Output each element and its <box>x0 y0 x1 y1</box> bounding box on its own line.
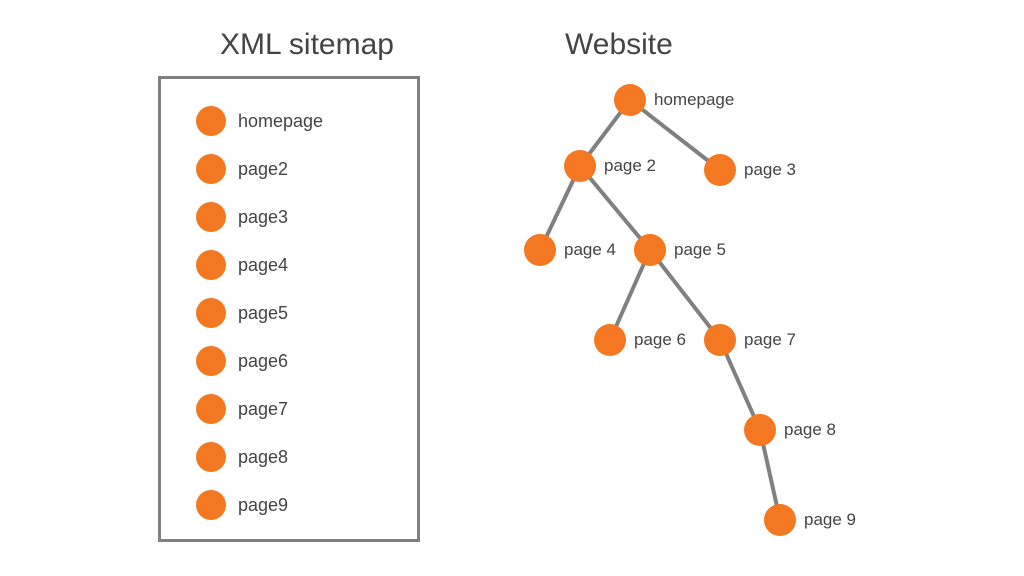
list-item: page6 <box>196 346 288 376</box>
tree-node-page7 <box>704 324 736 356</box>
tree-node-label: page 9 <box>804 510 856 530</box>
list-item: page5 <box>196 298 288 328</box>
website-title: Website <box>565 28 673 62</box>
tree-node-label: page 8 <box>784 420 836 440</box>
tree-node-page6 <box>594 324 626 356</box>
list-item: homepage <box>196 106 323 136</box>
list-item: page2 <box>196 154 288 184</box>
page-node-icon <box>196 298 226 328</box>
list-item-label: page3 <box>238 207 288 228</box>
list-item-label: page6 <box>238 351 288 372</box>
page-node-icon <box>196 346 226 376</box>
tree-edges <box>0 0 1024 576</box>
tree-node-label: page 2 <box>604 156 656 176</box>
list-item-label: page2 <box>238 159 288 180</box>
page-node-icon <box>196 106 226 136</box>
tree-node-page2 <box>564 150 596 182</box>
list-item-label: page7 <box>238 399 288 420</box>
tree-node-label: page 3 <box>744 160 796 180</box>
list-item: page8 <box>196 442 288 472</box>
list-item-label: page8 <box>238 447 288 468</box>
list-item: page4 <box>196 250 288 280</box>
tree-node-label: page 4 <box>564 240 616 260</box>
list-item-label: homepage <box>238 111 323 132</box>
list-item-label: page4 <box>238 255 288 276</box>
page-node-icon <box>196 442 226 472</box>
tree-node-homepage <box>614 84 646 116</box>
page-node-icon <box>196 490 226 520</box>
page-node-icon <box>196 154 226 184</box>
list-item: page7 <box>196 394 288 424</box>
sitemap-title: XML sitemap <box>220 28 394 62</box>
tree-node-page9 <box>764 504 796 536</box>
tree-node-page8 <box>744 414 776 446</box>
page-node-icon <box>196 202 226 232</box>
tree-node-page5 <box>634 234 666 266</box>
list-item: page9 <box>196 490 288 520</box>
diagram-stage: XML sitemap Website homepage page2 page3… <box>0 0 1024 576</box>
list-item-label: page9 <box>238 495 288 516</box>
tree-node-label: page 6 <box>634 330 686 350</box>
tree-node-page3 <box>704 154 736 186</box>
list-item-label: page5 <box>238 303 288 324</box>
tree-node-label: page 5 <box>674 240 726 260</box>
tree-node-page4 <box>524 234 556 266</box>
tree-node-label: homepage <box>654 90 734 110</box>
page-node-icon <box>196 394 226 424</box>
page-node-icon <box>196 250 226 280</box>
list-item: page3 <box>196 202 288 232</box>
tree-node-label: page 7 <box>744 330 796 350</box>
